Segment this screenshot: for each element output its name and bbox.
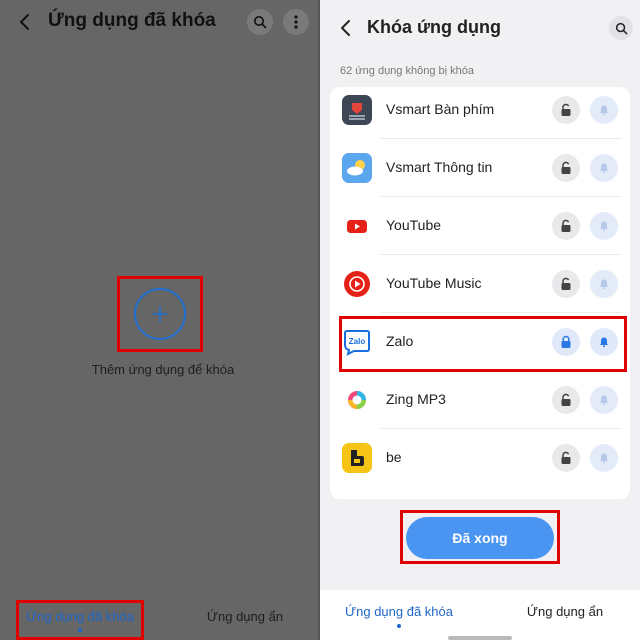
lock-toggle[interactable] xyxy=(552,270,580,298)
search-button[interactable] xyxy=(609,16,633,40)
app-name: Zing MP3 xyxy=(386,391,446,407)
lock-toggle[interactable] xyxy=(552,386,580,414)
tab-locked-apps[interactable]: Ứng dụng đã khóa xyxy=(340,604,458,619)
lock-toggle[interactable] xyxy=(552,444,580,472)
bell-icon xyxy=(600,453,608,464)
list-item[interactable]: Zing MP3 xyxy=(330,371,630,429)
add-app-highlight xyxy=(117,276,203,352)
search-icon xyxy=(615,22,627,34)
list-item[interactable]: Vsmart Thông tin xyxy=(330,139,630,197)
notification-toggle[interactable] xyxy=(590,96,618,124)
bell-icon xyxy=(600,105,608,116)
unlock-icon xyxy=(561,161,571,174)
app-name: Vsmart Thông tin xyxy=(386,159,493,175)
search-icon xyxy=(254,16,267,29)
add-app-label: Thêm ứng dụng để khóa xyxy=(91,362,235,377)
unlock-icon xyxy=(561,277,571,290)
list-item[interactable]: YouTube xyxy=(330,197,630,255)
top-bar: Ứng dụng đã khóa xyxy=(0,0,320,44)
youtube-music-icon xyxy=(342,269,372,299)
done-button[interactable]: Đã xong xyxy=(406,517,554,559)
unlock-icon xyxy=(561,393,571,406)
unlocked-count: 62 ứng dụng không bị khóa xyxy=(340,65,474,77)
back-icon[interactable] xyxy=(336,16,356,40)
bell-icon xyxy=(600,163,608,174)
unlock-icon xyxy=(561,451,571,464)
page-title: Ứng dụng đã khóa xyxy=(48,10,216,31)
notification-toggle[interactable] xyxy=(590,270,618,298)
tab-locked-apps[interactable]: Ứng dụng đã khóa xyxy=(16,609,144,624)
plus-icon xyxy=(152,306,168,322)
youtube-icon xyxy=(342,211,372,241)
lock-toggle[interactable] xyxy=(552,96,580,124)
lock-toggle[interactable] xyxy=(552,154,580,182)
bell-icon xyxy=(600,395,608,406)
vsmart-weather-icon xyxy=(342,153,372,183)
lock-toggle[interactable] xyxy=(552,212,580,240)
notification-toggle[interactable] xyxy=(590,444,618,472)
list-item[interactable]: be xyxy=(330,429,630,487)
zalo-highlight xyxy=(339,316,627,372)
app-name: Vsmart Bàn phím xyxy=(386,101,495,117)
locked-apps-screen: Ứng dụng đã khóa Thêm ứng dụng để khóa Ứ… xyxy=(0,0,320,640)
list-item[interactable]: YouTube Music xyxy=(330,255,630,313)
bell-icon xyxy=(600,279,608,290)
zing-mp3-icon xyxy=(342,385,372,415)
back-icon[interactable] xyxy=(14,10,36,34)
app-list: Vsmart Bàn phím Vsmart Thông tin YouTube… xyxy=(330,87,630,499)
app-name: YouTube xyxy=(386,217,442,233)
unlock-icon xyxy=(561,219,571,232)
vsmart-keyboard-icon xyxy=(342,95,372,125)
notification-toggle[interactable] xyxy=(590,154,618,182)
be-icon xyxy=(342,443,372,473)
notification-toggle[interactable] xyxy=(590,386,618,414)
home-indicator xyxy=(448,636,512,640)
tab-hidden-apps[interactable]: Ứng dụng ẩn xyxy=(510,604,620,619)
unlock-icon xyxy=(561,103,571,116)
more-icon xyxy=(294,15,298,29)
active-tab-indicator xyxy=(397,624,401,628)
app-name: be xyxy=(386,449,402,465)
active-tab-indicator xyxy=(78,628,82,632)
bell-icon xyxy=(600,221,608,232)
page-title: Khóa ứng dụng xyxy=(367,17,502,37)
notification-toggle[interactable] xyxy=(590,212,618,240)
tab-hidden-apps[interactable]: Ứng dụng ẩn xyxy=(190,609,300,624)
more-options-button[interactable] xyxy=(283,9,309,35)
add-app-button[interactable] xyxy=(134,288,186,340)
app-name: YouTube Music xyxy=(386,275,482,291)
list-item[interactable]: Vsmart Bàn phím xyxy=(330,87,630,139)
search-button[interactable] xyxy=(247,9,273,35)
